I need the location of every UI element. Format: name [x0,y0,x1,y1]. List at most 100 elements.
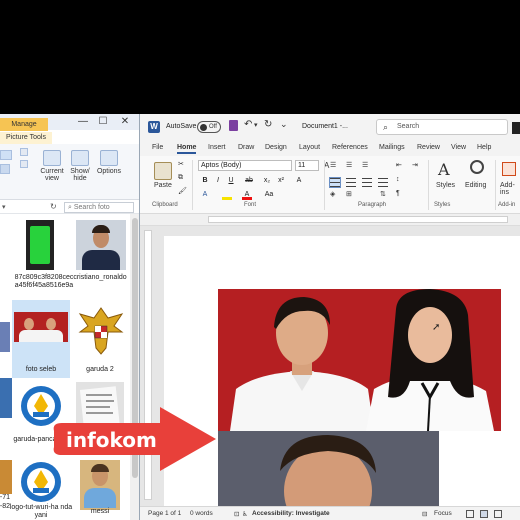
autosave-toggle[interactable]: Off [197,121,221,133]
word-logo-icon: W [148,121,160,133]
tab-layout[interactable]: Layout [299,144,320,151]
tab-view[interactable]: View [451,144,466,151]
layout-button[interactable] [0,164,10,174]
layout-small-icon[interactable] [20,148,28,156]
increase-indent-icon[interactable]: ⇥ [412,161,418,169]
web-layout-icon[interactable] [494,510,502,518]
print-layout-icon[interactable] [480,510,488,518]
styles-icon[interactable]: A [438,160,450,179]
chevron-down-icon[interactable]: ▾ [2,203,6,211]
ribbon-tabs: File Home Insert Draw Design Layout Refe… [140,142,520,156]
italic-icon[interactable]: I [213,176,223,186]
chevron-down-icon[interactable]: ▾ [254,121,258,129]
current-view-button[interactable]: Current view [38,150,66,182]
word-count[interactable]: 0 words [190,510,213,517]
manage-tab[interactable]: Manage [0,118,48,131]
tab-insert[interactable]: Insert [208,144,226,151]
maximize-icon[interactable]: ☐ [96,116,110,128]
copy-icon[interactable]: ⧉ [178,174,183,182]
partial-thumbnail[interactable] [0,322,10,352]
subscript-icon[interactable]: x₂ [262,176,272,186]
align-left-icon[interactable] [329,177,341,188]
explorer-titlebar: Manage — ☐ ✕ [0,114,139,131]
couple-photo[interactable] [218,289,501,431]
word-search-input[interactable]: ⌕ Search [376,119,508,135]
addins-button-label[interactable]: Add-ins [500,182,520,196]
tab-review[interactable]: Review [417,144,440,151]
font-color-icon[interactable]: A [242,190,252,200]
sort-icon[interactable]: ⇅ [380,190,386,198]
accessibility-icon[interactable]: ♿︎ [242,510,248,518]
align-center-icon[interactable] [346,178,356,187]
spelling-icon[interactable]: ⊡ [234,510,239,518]
tab-draw[interactable]: Draw [238,144,254,151]
styles-button-label[interactable]: Styles [436,182,455,189]
minimize-icon[interactable]: — [76,116,90,128]
clipboard-group-label: Clipboard [152,202,178,208]
clear-formatting-icon[interactable]: A [294,176,304,186]
home-ribbon: Paste ✂ ⧉ 🖌︎ Clipboard Aptos (Body) 11 A… [140,156,520,214]
show-formatting-icon[interactable]: ¶ [396,190,400,197]
line-spacing-icon[interactable]: ↕ [396,176,400,183]
undo-icon[interactable]: ↶ [244,119,252,130]
text-effects-icon[interactable]: A [200,190,210,200]
refresh-icon[interactable]: ↻ [50,202,57,211]
numbering-icon[interactable]: ☰ [346,161,352,169]
underline-icon[interactable]: U [226,176,236,186]
portrait-photo[interactable] [218,431,439,506]
borders-icon[interactable]: ⊞ [346,190,352,198]
page-count[interactable]: Page 1 of 1 [148,510,181,517]
justify-icon[interactable] [378,178,388,187]
tab-home[interactable]: Home [177,144,197,154]
decrease-indent-icon[interactable]: ⇤ [396,161,402,169]
highlight-icon[interactable] [222,192,232,200]
tab-mailings[interactable]: Mailings [379,144,405,151]
change-case-icon[interactable]: Aa [264,190,274,200]
list-item[interactable]: 87c809c3f8208cec a45f6f45a8516e9a [14,218,73,300]
paste-label[interactable]: Paste [154,182,172,189]
superscript-icon[interactable]: x² [276,176,286,186]
layout-small-icon[interactable] [20,160,28,168]
focus-button[interactable]: Focus [434,510,452,517]
portrait-image [76,220,126,270]
horizontal-ruler[interactable] [140,214,520,226]
read-mode-icon[interactable] [466,510,474,518]
list-item[interactable]: cristiano_ronaldo [70,218,130,288]
list-item[interactable]: garuda 2 [70,300,130,378]
accessibility-status[interactable]: Accessibility: Investigate [252,510,330,517]
list-item[interactable]: foto seleb [12,300,70,378]
tab-references[interactable]: References [332,144,368,151]
options-button[interactable]: Options [92,150,126,175]
cut-icon[interactable]: ✂ [178,160,184,168]
couple-photo-image [14,312,68,342]
paste-icon[interactable] [154,162,172,180]
format-painter-icon[interactable]: 🖌︎ [178,187,187,195]
customize-toolbar-icon[interactable]: ⌄ [280,119,288,130]
focus-icon[interactable]: ⊟ [422,510,427,518]
save-icon[interactable] [229,120,238,131]
editing-button-label[interactable]: Editing [465,182,486,189]
shading-icon[interactable]: ◈ [330,190,335,198]
font-size-combo[interactable]: 11 [295,160,319,171]
bullets-icon[interactable]: ☰ [330,161,336,169]
close-icon[interactable]: ✕ [118,116,132,128]
explorer-search-input[interactable]: ⌕ Search foto [64,202,134,213]
redo-icon[interactable]: ↻ [264,119,272,130]
addins-icon[interactable] [502,162,516,176]
show-hide-button[interactable]: Show/ hide [66,150,94,182]
align-right-icon[interactable] [362,178,372,187]
tab-file[interactable]: File [152,144,163,151]
partial-thumbnail[interactable] [0,378,12,418]
strikethrough-icon[interactable]: ab [244,176,254,186]
font-group-label: Font [244,202,257,208]
search-icon[interactable] [470,160,484,174]
mouse-cursor-icon: ➚ [432,322,441,333]
bold-icon[interactable]: B [200,176,210,186]
font-name-combo[interactable]: Aptos (Body) [198,160,292,171]
tab-design[interactable]: Design [265,144,287,151]
account-box[interactable] [512,122,520,134]
panes-button[interactable] [0,150,12,160]
partial-thumbnail[interactable] [0,460,12,494]
multilevel-list-icon[interactable]: ☰ [362,161,368,169]
tab-help[interactable]: Help [477,144,491,151]
